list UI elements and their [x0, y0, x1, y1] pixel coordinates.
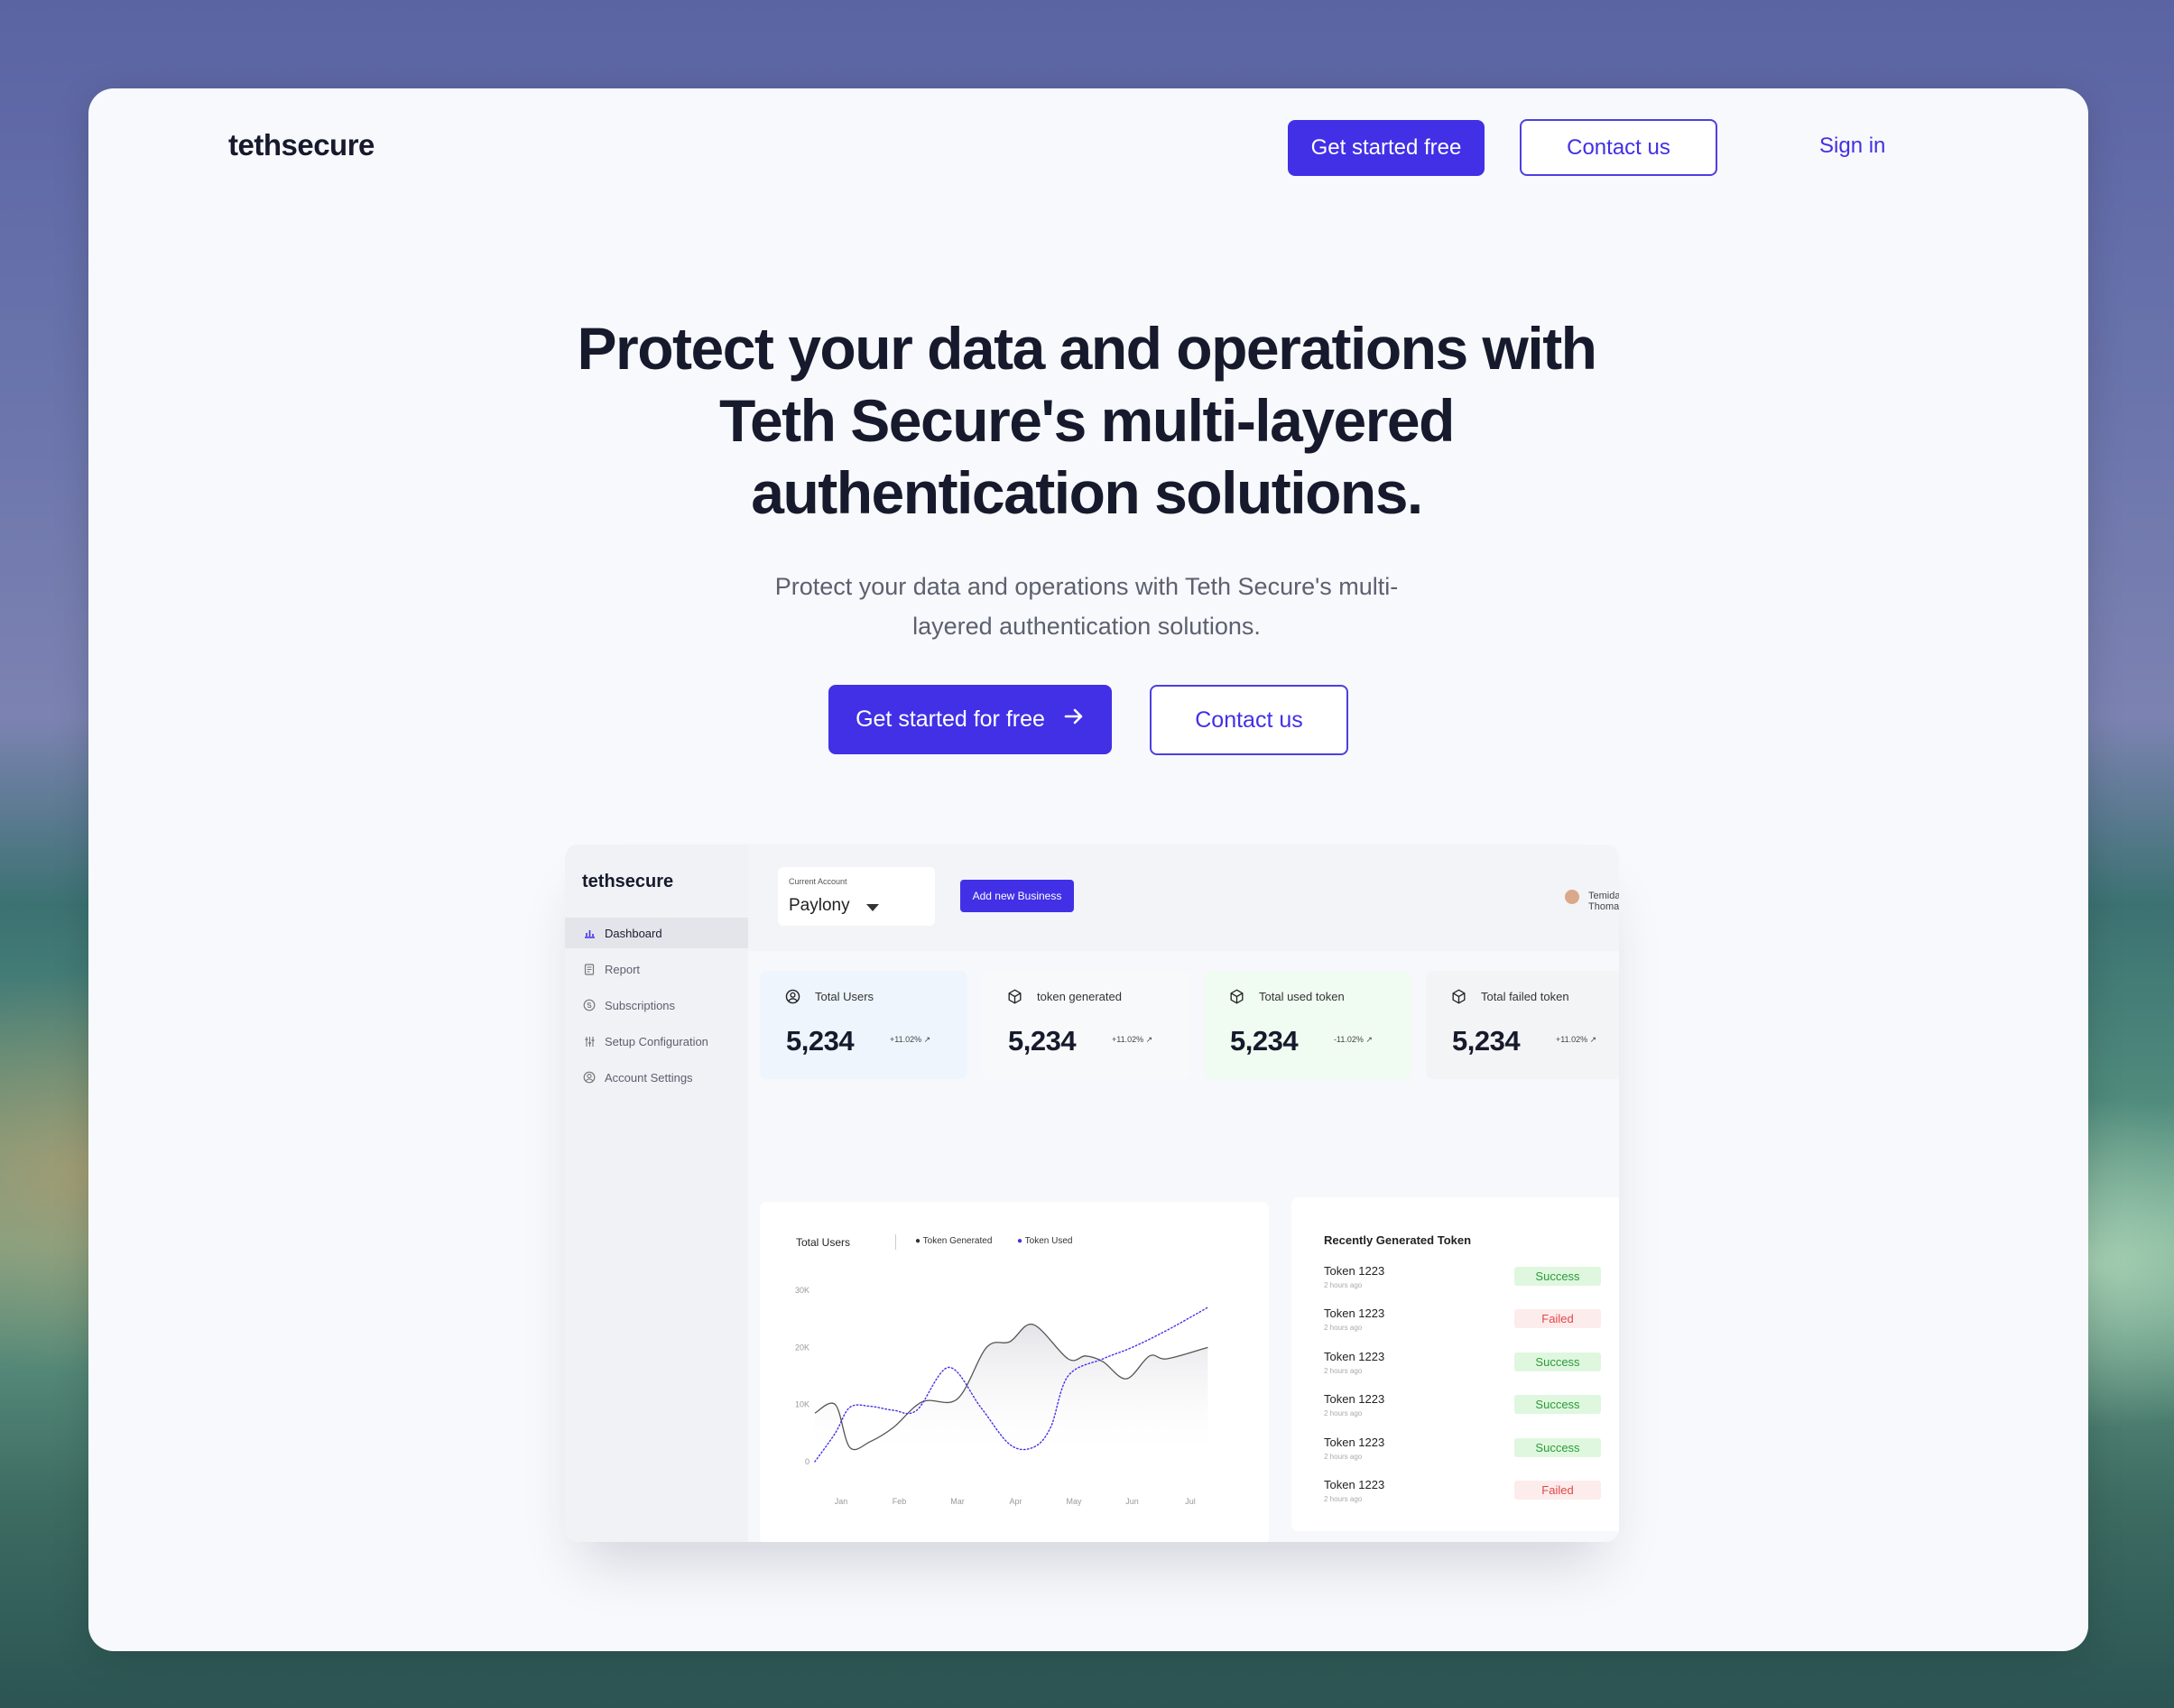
list-item[interactable]: Token 1223 2 hours ago Success	[1324, 1350, 1604, 1386]
token-name: Token 1223	[1324, 1264, 1385, 1278]
token-name: Token 1223	[1324, 1392, 1385, 1406]
stat-value: 5,234	[1008, 1025, 1077, 1057]
x-tick-label: Jul	[1185, 1497, 1196, 1506]
token-time: 2 hours ago	[1324, 1409, 1363, 1417]
sidebar-item-subscriptions[interactable]: Subscriptions	[565, 990, 748, 1020]
token-name: Token 1223	[1324, 1436, 1385, 1449]
hero-contact-button[interactable]: Contact us	[1150, 685, 1348, 755]
subscriptions-icon	[583, 999, 596, 1011]
nav-contact-button[interactable]: Contact us	[1520, 119, 1717, 176]
stat-label: token generated	[1037, 990, 1122, 1003]
x-tick-label: May	[1066, 1497, 1082, 1506]
token-name: Token 1223	[1324, 1478, 1385, 1491]
status-badge: Failed	[1514, 1309, 1601, 1328]
stat-delta: +11.02% ↗	[1556, 1035, 1597, 1044]
account-label: Current Account	[789, 877, 847, 886]
stat-card-total-failed-token: Total failed token 5,234 +11.02% ↗	[1426, 971, 1619, 1079]
stat-label: Total failed token	[1481, 990, 1569, 1003]
x-tick-label: Mar	[950, 1497, 965, 1506]
list-item[interactable]: Token 1223 2 hours ago Failed	[1324, 1306, 1604, 1343]
avatar[interactable]	[1565, 890, 1579, 904]
stat-value: 5,234	[786, 1025, 855, 1057]
sign-in-link[interactable]: Sign in	[1819, 134, 1885, 159]
x-tick-label: Jan	[835, 1497, 848, 1506]
sidebar-item-label: Report	[605, 962, 641, 976]
y-tick-label: 20K	[795, 1343, 809, 1352]
y-tick-label: 10K	[795, 1400, 809, 1409]
x-tick-label: Jun	[1125, 1497, 1139, 1506]
stat-value: 5,234	[1452, 1025, 1521, 1057]
report-icon	[583, 963, 596, 975]
cube-icon	[1451, 989, 1466, 1009]
token-time: 2 hours ago	[1324, 1324, 1363, 1332]
dashboard-logo: tethsecure	[582, 872, 674, 891]
add-business-button[interactable]: Add new Business	[960, 880, 1074, 912]
stat-delta: -11.02% ↗	[1334, 1035, 1373, 1044]
dashboard-preview: tethsecure Dashboard Report Subscription…	[565, 845, 1619, 1542]
recent-tokens-title: Recently Generated Token	[1324, 1233, 1472, 1247]
stat-value: 5,234	[1230, 1025, 1299, 1057]
series-area	[814, 1324, 1208, 1462]
stat-card-token-generated: token generated 5,234 +11.02% ↗	[982, 971, 1189, 1079]
dashboard-sidebar: tethsecure Dashboard Report Subscription…	[565, 845, 748, 1542]
stat-label: Total used token	[1259, 990, 1345, 1003]
user-circle-icon	[785, 989, 800, 1009]
user-circle-icon	[583, 1071, 596, 1084]
sidebar-item-label: Subscriptions	[605, 998, 676, 1012]
list-item[interactable]: Token 1223 2 hours ago Success	[1324, 1264, 1604, 1300]
list-item[interactable]: Token 1223 2 hours ago Success	[1324, 1436, 1604, 1472]
stat-label: Total Users	[815, 990, 874, 1003]
sidebar-item-dashboard[interactable]: Dashboard	[565, 918, 748, 948]
token-time: 2 hours ago	[1324, 1367, 1363, 1375]
recent-tokens-panel: Recently Generated Token Token 1223 2 hou…	[1291, 1197, 1619, 1531]
line-chart: 0 10K 20K 30K Jan Feb Mar Apr May Jun Jul	[795, 1286, 1209, 1506]
y-tick-label: 0	[805, 1457, 809, 1466]
stat-delta: +11.02% ↗	[890, 1035, 931, 1044]
x-tick-label: Apr	[1009, 1497, 1022, 1506]
bar-chart-icon	[583, 927, 596, 939]
list-item[interactable]: Token 1223 2 hours ago Failed	[1324, 1478, 1604, 1514]
status-badge: Success	[1514, 1395, 1601, 1414]
hero-subtitle: Protect your data and operations with Te…	[774, 573, 1399, 640]
sidebar-item-account-settings[interactable]: Account Settings	[565, 1062, 748, 1093]
sidebar-item-setup-configuration[interactable]: Setup Configuration	[565, 1026, 748, 1057]
arrow-right-icon	[1063, 706, 1085, 734]
stat-card-total-used-token: Total used token 5,234 -11.02% ↗	[1204, 971, 1411, 1079]
cube-icon	[1007, 989, 1022, 1009]
sidebar-item-report[interactable]: Report	[565, 954, 748, 984]
hero-get-started-button[interactable]: Get started for free	[828, 685, 1112, 754]
account-value: Paylony	[789, 896, 850, 915]
caret-down-icon	[866, 904, 879, 911]
page-frame: tethsecure Get started free Contact us S…	[88, 88, 2088, 1651]
status-badge: Failed	[1514, 1481, 1601, 1500]
token-time: 2 hours ago	[1324, 1495, 1363, 1503]
logo[interactable]: tethsecure	[228, 128, 375, 162]
stat-card-total-users: Total Users 5,234 +11.02% ↗	[760, 971, 967, 1079]
nav-get-started-button[interactable]: Get started free	[1288, 120, 1485, 176]
status-badge: Success	[1514, 1267, 1601, 1286]
hero-get-started-label: Get started for free	[856, 706, 1045, 732]
cube-icon	[1229, 989, 1244, 1009]
y-tick-label: 30K	[795, 1286, 809, 1295]
status-badge: Success	[1514, 1438, 1601, 1457]
list-item[interactable]: Token 1223 2 hours ago Success	[1324, 1392, 1604, 1428]
token-name: Token 1223	[1324, 1306, 1385, 1320]
sidebar-item-label: Setup Configuration	[605, 1034, 708, 1048]
token-time: 2 hours ago	[1324, 1453, 1363, 1461]
sidebar-item-label: Dashboard	[605, 926, 662, 940]
user-name: Temidayo Thomas	[1588, 891, 1619, 912]
account-select[interactable]: Current Account Paylony	[778, 867, 935, 926]
sidebar-item-label: Account Settings	[605, 1070, 693, 1085]
token-time: 2 hours ago	[1324, 1281, 1363, 1289]
token-name: Token 1223	[1324, 1350, 1385, 1363]
status-badge: Success	[1514, 1353, 1601, 1371]
hero-title: Protect your data and operations with Te…	[577, 315, 1598, 526]
stat-delta: +11.02% ↗	[1112, 1035, 1153, 1044]
sliders-icon	[583, 1035, 596, 1048]
total-users-chart-panel: Total Users ● Token Generated ● Token Us…	[760, 1202, 1269, 1542]
x-tick-label: Feb	[893, 1497, 907, 1506]
